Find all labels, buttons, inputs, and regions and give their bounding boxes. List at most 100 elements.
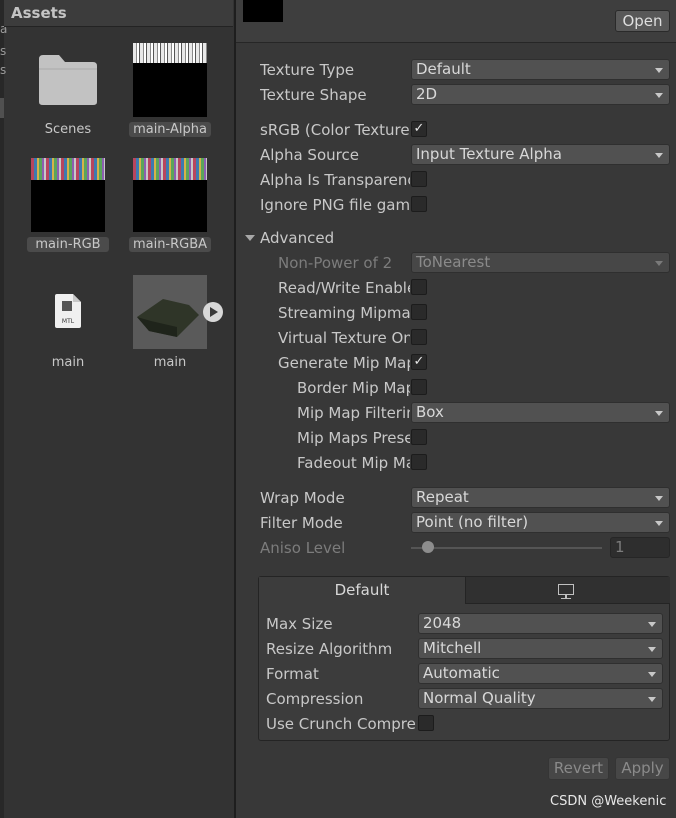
read-write-checkbox[interactable] (411, 279, 427, 295)
border-mip-maps-checkbox[interactable] (411, 379, 427, 395)
asset-item-main-mtl[interactable]: MTL main (27, 275, 109, 375)
filter-mode-dropdown[interactable]: Point (no filter) (411, 512, 670, 533)
format-dropdown[interactable]: Automatic (418, 663, 663, 684)
texture-noise-band (31, 158, 105, 180)
chevron-down-icon (655, 68, 663, 73)
virtual-texture-only-label: Virtual Texture Only (278, 329, 410, 347)
texture-noise-band (133, 43, 207, 63)
chevron-down-icon (655, 261, 663, 266)
texture-thumbnail (31, 158, 105, 232)
asset-label: main-RGB (27, 237, 109, 252)
texture-thumbnail (133, 158, 207, 232)
chevron-down-icon (648, 622, 656, 627)
compression-dropdown[interactable]: Normal Quality (418, 688, 663, 709)
asset-label: Scenes (44, 122, 92, 137)
aniso-level-slider[interactable] (411, 547, 602, 549)
chevron-down-icon (648, 697, 656, 702)
fadeout-mip-maps-checkbox[interactable] (411, 454, 427, 470)
ignore-png-gamma-checkbox[interactable] (411, 196, 427, 212)
asset-item-main-alpha[interactable]: main-Alpha (129, 43, 211, 143)
play-icon[interactable] (203, 302, 223, 322)
asset-label: main-Alpha (129, 122, 211, 137)
chevron-down-icon (648, 647, 656, 652)
fadeout-mip-maps-label: Fadeout Mip Maps (297, 454, 410, 472)
chevron-down-icon (655, 411, 663, 416)
texture-thumbnail (133, 43, 207, 117)
assets-panel: a s s Assets Scenes main-Alpha main-RGB … (0, 0, 234, 818)
collapsed-side-panel: a s s (0, 0, 7, 818)
aniso-level-slider-handle[interactable] (422, 541, 434, 553)
folder-icon (39, 55, 97, 105)
generate-mip-maps-checkbox[interactable]: ✓ (411, 354, 427, 370)
texture-shape-dropdown[interactable]: 2D (411, 84, 670, 105)
assets-header: Assets (4, 0, 233, 27)
read-write-label: Read/Write Enabled (278, 279, 410, 297)
asset-label: main (153, 355, 187, 370)
monitor-icon (558, 584, 574, 595)
chevron-down-icon (655, 496, 663, 501)
filter-mode-label: Filter Mode (260, 514, 343, 532)
texture-type-label: Texture Type (260, 61, 355, 79)
side-panel-fragment: s (0, 63, 7, 77)
mip-maps-preserve-coverage-label: Mip Maps Preserve Coverage (297, 429, 410, 447)
ignore-png-gamma-label: Ignore PNG file gamma (260, 196, 410, 214)
inspector-header: Open (236, 0, 676, 43)
watermark: CSDN @Weekenic (550, 794, 667, 809)
wrap-mode-dropdown[interactable]: Repeat (411, 487, 670, 508)
asset-item-main-rgba[interactable]: main-RGBA (129, 158, 211, 258)
revert-button[interactable]: Revert (548, 757, 609, 780)
model-preview (137, 299, 199, 337)
asset-item-main-rgb[interactable]: main-RGB (27, 158, 109, 258)
streaming-mipmaps-label: Streaming Mipmaps (278, 304, 410, 322)
chevron-down-icon (648, 672, 656, 677)
texture-type-dropdown[interactable]: Default (411, 59, 670, 80)
chevron-down-icon (655, 521, 663, 526)
foldout-arrow-icon[interactable] (245, 235, 255, 241)
alpha-is-transparency-label: Alpha Is Transparency (260, 171, 410, 189)
asset-label: main-RGBA (129, 237, 211, 252)
texture-noise-band (133, 158, 207, 180)
wrap-mode-label: Wrap Mode (260, 489, 345, 507)
srgb-checkbox[interactable]: ✓ (411, 121, 427, 137)
tab-default[interactable]: Default (259, 577, 466, 604)
advanced-foldout-label[interactable]: Advanced (260, 229, 410, 247)
generate-mip-maps-label: Generate Mip Maps (278, 354, 410, 372)
resize-algorithm-dropdown[interactable]: Mitchell (418, 638, 663, 659)
chevron-down-icon (655, 153, 663, 158)
asset-label: main (51, 355, 85, 370)
side-panel-fragment: s (0, 44, 7, 58)
tab-standalone[interactable] (466, 577, 670, 604)
non-power-of-2-dropdown[interactable]: ToNearest (411, 252, 670, 273)
resize-algorithm-label: Resize Algorithm (266, 640, 393, 658)
virtual-texture-only-checkbox[interactable] (411, 329, 427, 345)
use-crunch-checkbox[interactable] (418, 715, 434, 731)
alpha-source-label: Alpha Source (260, 146, 359, 164)
aniso-level-field[interactable]: 1 (610, 537, 670, 558)
mip-maps-preserve-coverage-checkbox[interactable] (411, 429, 427, 445)
use-crunch-label: Use Crunch Compression (266, 715, 416, 733)
asset-item-main-model[interactable]: main (129, 275, 223, 375)
asset-item-scenes[interactable]: Scenes (27, 43, 109, 143)
inspector-panel: Open Texture Type Default Texture Shape … (236, 0, 676, 818)
alpha-source-dropdown[interactable]: Input Texture Alpha (411, 144, 670, 165)
model-thumbnail (133, 275, 207, 349)
alpha-is-transparency-checkbox[interactable] (411, 171, 427, 187)
max-size-label: Max Size (266, 615, 333, 633)
aniso-level-label: Aniso Level (260, 539, 346, 557)
mip-map-filtering-dropdown[interactable]: Box (411, 402, 670, 423)
format-label: Format (266, 665, 319, 683)
non-power-of-2-label: Non-Power of 2 (278, 254, 393, 272)
max-size-dropdown[interactable]: 2048 (418, 613, 663, 634)
side-panel-selection (0, 98, 4, 118)
streaming-mipmaps-checkbox[interactable] (411, 304, 427, 320)
assets-title: Assets (11, 4, 67, 22)
mtl-file-icon: MTL (55, 294, 81, 328)
srgb-label: sRGB (Color Texture) (260, 121, 410, 139)
apply-button[interactable]: Apply (615, 757, 670, 780)
texture-preview (243, 0, 283, 22)
svg-text:MTL: MTL (62, 318, 75, 325)
compression-label: Compression (266, 690, 364, 708)
open-button[interactable]: Open (615, 10, 670, 32)
border-mip-maps-label: Border Mip Maps (297, 379, 410, 397)
mip-map-filtering-label: Mip Map Filtering (297, 404, 410, 422)
